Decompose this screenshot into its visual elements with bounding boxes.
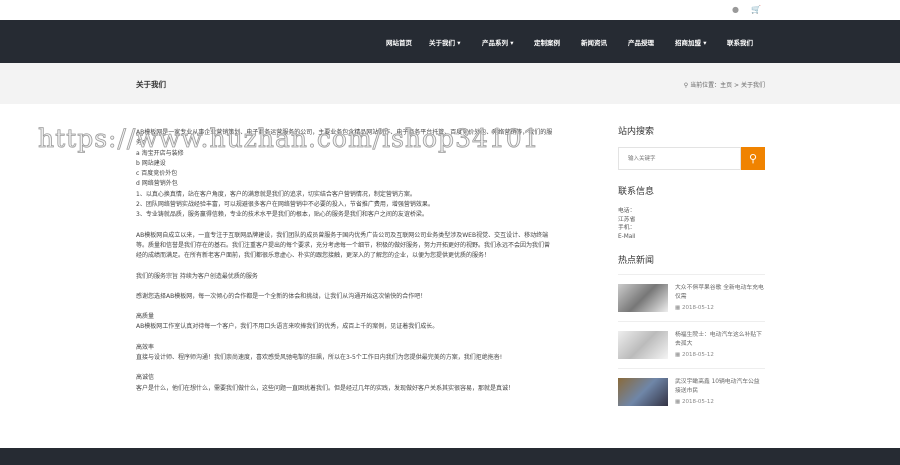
contact-email: E-Mail xyxy=(618,233,636,240)
calendar-icon: ▦ xyxy=(675,352,682,359)
breadcrumb-label: 当前位置： xyxy=(690,82,721,89)
hot-news-list: 大众不俱苹果谷歌 全新电动车充电仅需 ▦ 2018-05-12 杨福生院士：电动汽… xyxy=(618,274,765,416)
page-title: 关于我们 xyxy=(136,80,166,89)
nav-home[interactable]: 网站首页 xyxy=(386,37,412,47)
intro-text: AB模板网是一家专业从事企业营销策划、电子商务运营服务的公司，主要业务包含精品网… xyxy=(136,129,553,147)
service-item: a 淘宝开店与装修 xyxy=(136,149,184,157)
sidebar: 站内搜索 ⚲ 联系信息 电话： 江苏省 手机： E-Mail 热点新闻 大众不俱… xyxy=(618,124,765,416)
service-item: b 网站建设 xyxy=(136,159,166,167)
nav-cases[interactable]: 定制案例 xyxy=(534,37,560,47)
breadcrumb: ⚲ 当前位置：主页 > 关于我们 xyxy=(684,80,765,89)
page-header-band: 关于我们 ⚲ 当前位置：主页 > 关于我们 xyxy=(0,63,900,104)
about-content: AB模板网是一家专业从事企业营销策划、电子商务运营服务的公司，主要业务包含精品网… xyxy=(136,128,554,394)
section-title: 高效率 xyxy=(136,343,155,351)
footer xyxy=(0,448,900,465)
tagline: 我们的服务宗旨 持续为客户创造最优质的服务 xyxy=(136,272,258,280)
nav-about[interactable]: 关于我们 ▾ xyxy=(429,37,461,47)
top-bar: ● 🛒 xyxy=(0,0,900,20)
news-date: 2018-05-12 xyxy=(681,305,714,312)
breadcrumb-separator: > xyxy=(732,82,741,89)
news-thumbnail[interactable] xyxy=(618,284,668,313)
site-search: ⚲ xyxy=(618,147,765,170)
service-item: c 百度竞价外包 xyxy=(136,170,178,178)
point-item: 1、以真心换真情，站在客户角度，客户的满意就是我们的追求，切实结合客户营销情况，… xyxy=(136,190,416,198)
search-heading: 站内搜索 xyxy=(618,127,655,137)
news-item[interactable]: 武汉宇瞰高鑫 10辆电动汽车公益接送市民 ▦ 2018-05-12 xyxy=(618,369,765,416)
news-title[interactable]: 大众不俱苹果谷歌 全新电动车充电仅需 xyxy=(675,284,765,302)
news-thumbnail[interactable] xyxy=(618,378,668,407)
breadcrumb-current: 关于我们 xyxy=(740,82,765,89)
cart-icon[interactable]: 🛒 xyxy=(751,5,761,14)
company-paragraph: AB模板网自成立以来，一直专注于互联网品牌建设，我们团队的成员曾服务于国内优秀广… xyxy=(136,231,551,260)
news-title[interactable]: 杨福生院士：电动汽车这么补贴下去孤大 xyxy=(675,331,765,349)
search-icon: ⚲ xyxy=(748,153,758,165)
news-item[interactable]: 大众不俱苹果谷歌 全新电动车充电仅需 ▦ 2018-05-12 xyxy=(618,275,765,323)
thanks-text: 感谢您选择AB模板网，每一次倾心的合作都是一个全新的体会和挑战，让我们从沟通开始… xyxy=(136,292,427,300)
user-icon[interactable]: ● xyxy=(732,5,739,14)
contact-province: 江苏省 xyxy=(618,216,636,223)
section-text: 客户是什么，他们在想什么，需要我们做什么，这些问题一直困扰着我们。但是经过几年的… xyxy=(136,384,515,392)
calendar-icon: ▦ xyxy=(675,305,682,312)
point-item: 2、团队网络营销实战经验丰富，可以规避很多客户在网络营销中不必要的投入，节省推广… xyxy=(136,201,434,209)
service-item: d 网络营销外包 xyxy=(136,180,178,188)
search-button[interactable]: ⚲ xyxy=(741,147,765,170)
section-title: 高质量 xyxy=(136,313,155,321)
main-nav: 网站首页 关于我们 ▾ 产品系列 ▾ 定制案例 新闻资讯 产品授理 招商加盟 ▾… xyxy=(0,20,900,63)
nav-authorization[interactable]: 产品授理 xyxy=(628,37,654,47)
nav-news[interactable]: 新闻资讯 xyxy=(581,37,607,47)
calendar-icon: ▦ xyxy=(675,399,682,406)
section-text: 直接与设计师、程序师沟通！我们崇尚速度，喜欢感受风驰电掣的狂飙，所以在3-5个工… xyxy=(136,354,503,362)
point-item: 3、专业铸就品质，服务赢得信赖，专业的技术水平是我们的根本，贴心的服务是我们和客… xyxy=(136,211,428,219)
news-thumbnail[interactable] xyxy=(618,331,668,360)
section-title: 高诚信 xyxy=(136,374,155,382)
breadcrumb-home[interactable]: 主页 xyxy=(720,82,732,89)
news-title[interactable]: 武汉宇瞰高鑫 10辆电动汽车公益接送市民 xyxy=(675,378,765,396)
section-text: AB模板网工作室认真对待每一个客户，我们不用口头语言来吹捧我们的优秀，成百上千的… xyxy=(136,323,439,331)
contact-mobile: 手机： xyxy=(618,225,636,232)
contact-info: 电话： 江苏省 手机： E-Mail xyxy=(618,207,765,241)
contact-heading: 联系信息 xyxy=(618,187,655,197)
contact-phone: 电话： xyxy=(618,208,636,214)
news-heading: 热点新闻 xyxy=(618,256,655,267)
news-date: 2018-05-12 xyxy=(681,399,714,406)
nav-products[interactable]: 产品系列 ▾ xyxy=(482,37,514,47)
nav-contact[interactable]: 联系我们 xyxy=(727,37,753,47)
news-item[interactable]: 杨福生院士：电动汽车这么补贴下去孤大 ▦ 2018-05-12 xyxy=(618,322,765,370)
search-input[interactable] xyxy=(618,147,741,170)
news-date: 2018-05-12 xyxy=(681,352,714,359)
nav-franchise[interactable]: 招商加盟 ▾ xyxy=(675,37,707,47)
